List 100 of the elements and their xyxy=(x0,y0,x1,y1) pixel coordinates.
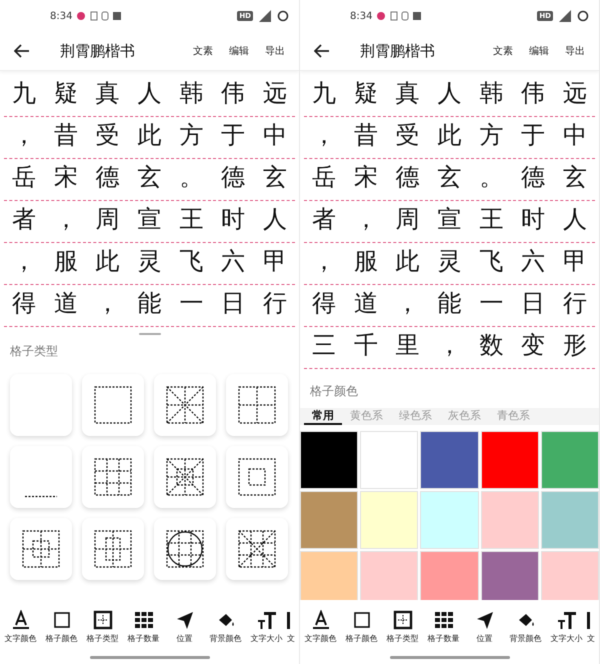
color-swatch[interactable] xyxy=(420,551,479,600)
color-swatch[interactable] xyxy=(480,551,539,600)
toolbar-label[interactable]: 格子颜色 xyxy=(46,633,78,644)
toolbar-label[interactable]: 位置 xyxy=(476,633,492,644)
text-size-icon[interactable] xyxy=(556,610,576,630)
character-cell: 中 xyxy=(555,117,596,159)
color-swatch[interactable] xyxy=(300,431,358,489)
toolbar-action[interactable]: 导出 xyxy=(557,40,593,62)
navigation-arrow-icon[interactable] xyxy=(474,610,494,630)
toolbar-label[interactable]: 背景颜色 xyxy=(510,633,542,644)
grid-icon[interactable] xyxy=(134,610,154,630)
square-icon[interactable] xyxy=(52,610,72,630)
color-swatch[interactable] xyxy=(540,491,599,549)
character-cell: ， xyxy=(304,117,344,159)
toolbar-label[interactable]: 文字颜色 xyxy=(304,633,336,644)
toolbar-label[interactable]: 位置 xyxy=(176,633,192,644)
grid-style-option[interactable] xyxy=(226,446,288,508)
toolbar-label[interactable]: 格子数量 xyxy=(128,633,160,644)
character-cell: 此 xyxy=(88,243,128,285)
section-title: 格子类型 xyxy=(9,343,59,360)
character-cell: 疑 xyxy=(46,75,86,117)
character-cell: 六 xyxy=(213,243,254,285)
character-cell: 中 xyxy=(255,117,296,159)
color-swatch[interactable] xyxy=(360,491,418,549)
color-swatch[interactable] xyxy=(540,551,599,600)
character-cell: 道 xyxy=(346,285,386,327)
grid-style-option[interactable] xyxy=(154,374,216,436)
character-cell: 服 xyxy=(46,243,86,285)
toolbar-action[interactable]: 导出 xyxy=(257,40,293,62)
toolbar-label[interactable]: 文字大小 xyxy=(550,633,582,644)
home-indicator[interactable] xyxy=(90,656,210,658)
character-cell: 于 xyxy=(213,117,254,159)
toolbar-action[interactable]: 编辑 xyxy=(521,40,557,62)
toolbar-label[interactable]: 背景颜色 xyxy=(210,633,242,644)
character-cell: 者 xyxy=(4,201,44,243)
toolbar-label[interactable]: 文 xyxy=(587,633,595,644)
grid-style-option[interactable] xyxy=(10,518,72,580)
grid-cross-icon[interactable] xyxy=(92,610,112,630)
character-cell: 王 xyxy=(471,201,512,243)
character-cell: 此 xyxy=(430,117,470,159)
character-cell: 人 xyxy=(255,201,296,243)
color-swatch[interactable] xyxy=(420,491,479,549)
color-swatch[interactable] xyxy=(540,431,599,489)
grid-style-option[interactable] xyxy=(82,374,144,436)
back-icon[interactable] xyxy=(314,44,330,58)
toolbar-label[interactable]: 文字大小 xyxy=(250,633,282,644)
character-cell: 受 xyxy=(88,117,128,159)
toolbar-action[interactable]: 编辑 xyxy=(221,40,257,62)
color-swatch[interactable] xyxy=(300,491,358,549)
home-indicator[interactable] xyxy=(390,656,510,658)
color-swatch[interactable] xyxy=(420,431,479,489)
character-cell: 玄 xyxy=(130,159,170,201)
text-color-icon[interactable] xyxy=(10,610,30,630)
signal-icon xyxy=(558,10,572,22)
character-cell: 周 xyxy=(88,201,128,243)
character-cell: 岳 xyxy=(4,159,44,201)
character-cell: 韩 xyxy=(171,75,212,117)
drag-handle[interactable] xyxy=(138,333,160,335)
toolbar-label[interactable]: 格子数量 xyxy=(428,633,460,644)
grid-style-option[interactable] xyxy=(226,518,288,580)
grid-cross-icon[interactable] xyxy=(392,610,412,630)
color-swatch[interactable] xyxy=(360,431,418,489)
character-cell: 时 xyxy=(213,201,254,243)
back-icon[interactable] xyxy=(14,44,30,58)
character-cell: 数 xyxy=(471,327,512,369)
text-size-icon[interactable] xyxy=(256,610,276,630)
grid-style-option[interactable] xyxy=(226,374,288,436)
character-cell: ， xyxy=(304,243,344,285)
character-cell: 甲 xyxy=(555,243,596,285)
character-cell: 人 xyxy=(430,75,470,117)
grid-style-option[interactable] xyxy=(82,446,144,508)
toolbar-label[interactable]: 文 xyxy=(287,633,295,644)
character-cell: 里 xyxy=(388,327,428,369)
color-swatch[interactable] xyxy=(480,491,539,549)
toolbar-label[interactable]: 格子类型 xyxy=(86,633,118,644)
toolbar-action[interactable]: 文素 xyxy=(485,40,521,62)
toolbar-action[interactable]: 文素 xyxy=(185,40,221,62)
character-cell: 者 xyxy=(304,201,344,243)
toolbar-label[interactable]: 格子颜色 xyxy=(346,633,378,644)
character-cell: 玄 xyxy=(555,159,596,201)
toolbar-label[interactable]: 文字颜色 xyxy=(4,633,36,644)
character-cell: 道 xyxy=(46,285,86,327)
grid-style-option[interactable] xyxy=(154,518,216,580)
grid-style-option[interactable] xyxy=(82,518,144,580)
color-swatch[interactable] xyxy=(480,431,539,489)
character-cell: 伟 xyxy=(213,75,254,117)
text-color-icon[interactable] xyxy=(310,610,330,630)
navigation-arrow-icon[interactable] xyxy=(174,610,194,630)
color-swatch[interactable] xyxy=(360,551,418,600)
bar-icon[interactable] xyxy=(587,610,590,630)
color-swatch[interactable] xyxy=(300,551,358,600)
bar-icon[interactable] xyxy=(287,610,290,630)
grid-icon[interactable] xyxy=(434,610,454,630)
grid-style-option[interactable] xyxy=(154,446,216,508)
toolbar-label[interactable]: 格子类型 xyxy=(386,633,418,644)
character-cell: 得 xyxy=(4,285,44,327)
character-cell: 真 xyxy=(388,75,428,117)
character-cell: 德 xyxy=(88,159,128,201)
battery-ring-icon xyxy=(277,10,289,22)
square-icon[interactable] xyxy=(352,610,372,630)
